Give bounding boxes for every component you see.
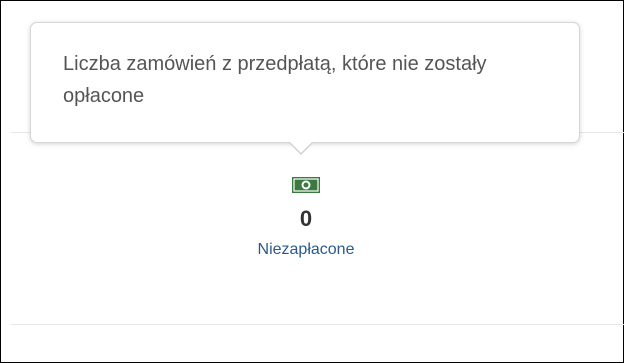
tooltip-arrow-fill [290,142,312,153]
tooltip-text: Liczba zamówień z przedpłatą, które nie … [63,53,487,107]
divider-bottom [11,324,624,325]
unpaid-count-value: 0 [299,206,313,231]
unpaid-orders-link[interactable]: Niezapłacone [206,240,406,260]
unpaid-orders-stat: 0 Niezapłacone [206,175,406,260]
info-tooltip: Liczba zamówień z przedpłatą, które nie … [30,22,580,143]
money-icon [291,175,321,195]
